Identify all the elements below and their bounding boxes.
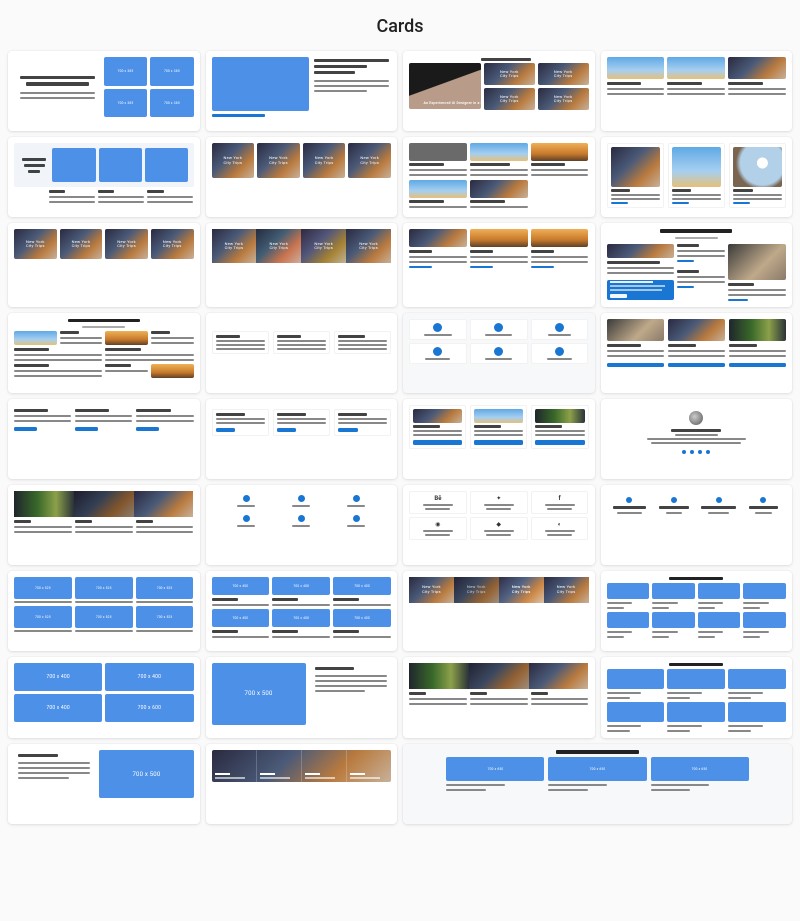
social-icon[interactable]	[690, 450, 694, 454]
page-title: Cards	[8, 16, 792, 37]
photo-icon	[716, 497, 722, 503]
update-icon	[494, 347, 503, 356]
card-preview-15[interactable]	[403, 313, 595, 393]
settings-icon	[494, 323, 503, 332]
updates-icon	[298, 515, 305, 522]
placeholder-text: 700 x 385	[118, 69, 134, 73]
card-preview-2[interactable]	[206, 51, 398, 131]
cloud-icon	[555, 347, 564, 356]
card-preview-35[interactable]: 700 x 650 700 x 650 700 x 650	[403, 744, 792, 824]
airplane-icon	[353, 515, 360, 522]
user-icon	[760, 497, 766, 503]
twitter-icon: ✦	[496, 495, 501, 502]
card-preview-7[interactable]	[403, 137, 595, 217]
card-preview-19[interactable]	[403, 399, 595, 479]
placeholder-text: 700 x 385	[118, 101, 134, 105]
card-preview-11[interactable]	[403, 223, 595, 307]
card-preview-3[interactable]: An Experienced UI Designer in a Digital …	[403, 51, 595, 131]
card-preview-16[interactable]	[601, 313, 793, 393]
card-preview-34[interactable]	[206, 744, 398, 824]
card-preview-23[interactable]: Bē ✦ f ◉ ◆ ◐	[403, 485, 595, 565]
card-preview-1[interactable]: 700 x 385 700 x 385 700 x 385 700 x 385	[8, 51, 200, 131]
food-icon	[433, 347, 442, 356]
placeholder-text: 700 x 385	[164, 101, 180, 105]
wallet-icon	[555, 323, 564, 332]
card-preview-32[interactable]	[601, 657, 793, 739]
card-preview-12[interactable]	[601, 223, 793, 307]
card-preview-14[interactable]	[206, 313, 398, 393]
section-heading	[660, 229, 732, 233]
stat-number	[613, 506, 646, 510]
card-preview-20[interactable]	[601, 399, 793, 479]
pinterest-icon: ◉	[435, 521, 440, 528]
facebook-icon: f	[558, 495, 560, 502]
card-preview-18[interactable]	[206, 399, 398, 479]
avatar	[689, 411, 703, 425]
card-preview-10[interactable]: New YorkCity Trips New YorkCity Trips Ne…	[206, 223, 398, 307]
card-preview-33[interactable]: 700 x 500	[8, 744, 200, 824]
social-icon[interactable]	[682, 450, 686, 454]
card-preview-4[interactable]	[601, 51, 793, 131]
card-preview-29[interactable]: 700 x 400 700 x 400 700 x 400 700 x 600	[8, 657, 200, 739]
camera-icon	[243, 495, 250, 502]
card-preview-30[interactable]: 700 x 500	[206, 657, 398, 739]
card-preview-24[interactable]	[601, 485, 793, 565]
card-preview-13[interactable]	[8, 313, 200, 393]
card-preview-5[interactable]	[8, 137, 200, 217]
github-icon: ◐	[558, 521, 562, 528]
social-icon[interactable]	[698, 450, 702, 454]
stopwatch-icon	[353, 495, 360, 502]
card-preview-17[interactable]	[8, 399, 200, 479]
site-icon	[671, 497, 677, 503]
download-icon	[626, 497, 632, 503]
card-preview-22[interactable]	[206, 485, 398, 565]
tasks-icon	[243, 515, 250, 522]
placeholder-text: 700 x 385	[164, 69, 180, 73]
card-preview-21[interactable]	[8, 485, 200, 565]
dropbox-icon: ◆	[496, 521, 501, 528]
thumbnail-grid: 700 x 385 700 x 385 700 x 385 700 x 385	[8, 51, 792, 824]
database-icon	[433, 323, 442, 332]
calendar-icon	[298, 495, 305, 502]
card-preview-25[interactable]: 700 x 525 700 x 525 700 x 525 700 x 525 …	[8, 571, 200, 651]
card-preview-9[interactable]: New YorkCity Trips New YorkCity Trips Ne…	[8, 223, 200, 307]
card-preview-8[interactable]	[601, 137, 793, 217]
behance-icon: Bē	[434, 495, 441, 502]
card-preview-31[interactable]	[403, 657, 595, 739]
card-preview-6[interactable]: New YorkCity Trips New YorkCity Trips Ne…	[206, 137, 398, 217]
card-preview-27[interactable]: New YorkCity Trips New YorkCity Trips Ne…	[403, 571, 595, 651]
social-icon[interactable]	[706, 450, 710, 454]
card-preview-26[interactable]: 700 x 400 700 x 400 700 x 400 700 x 400 …	[206, 571, 398, 651]
card-preview-28[interactable]	[601, 571, 793, 651]
